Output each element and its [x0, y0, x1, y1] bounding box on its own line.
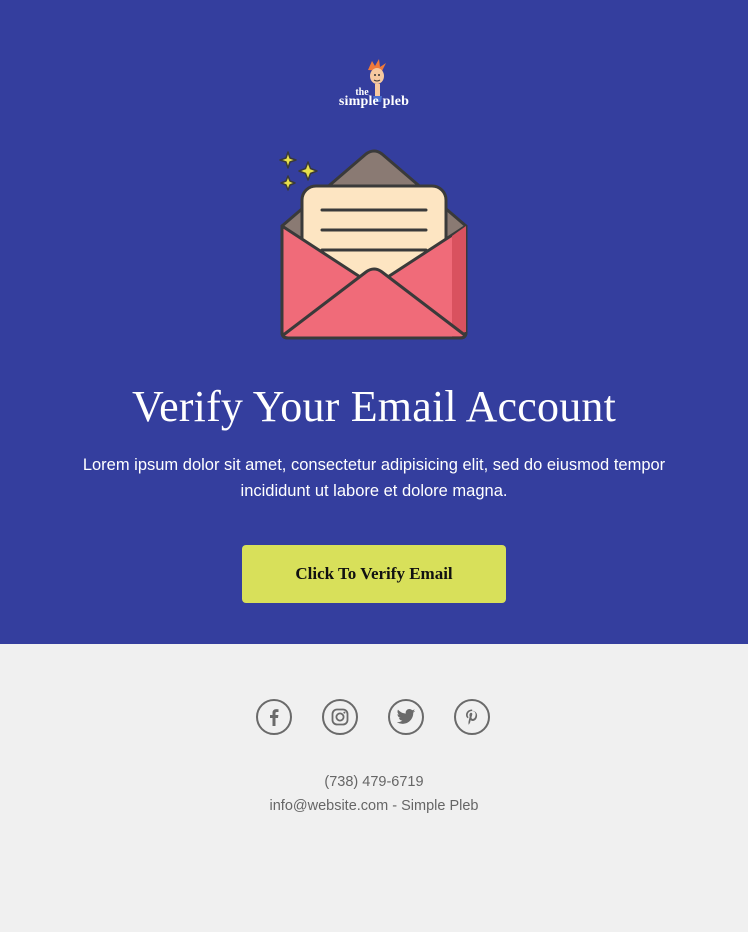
facebook-icon [270, 709, 279, 726]
pinterest-icon [466, 709, 478, 725]
facebook-link[interactable] [256, 699, 292, 735]
logo-wordmark: the simple pleb [334, 88, 414, 109]
instagram-link[interactable] [322, 699, 358, 735]
hero-section: the simple pleb Verify Your Email Accoun… [0, 0, 748, 644]
twitter-link[interactable] [388, 699, 424, 735]
intro-paragraph: Lorem ipsum dolor sit amet, consectetur … [82, 456, 666, 500]
instagram-icon [331, 708, 349, 726]
contact-line: info@website.com - Simple Pleb [0, 796, 748, 816]
phone-number[interactable]: (738) 479-6719 [0, 772, 748, 792]
brand-logo[interactable]: the simple pleb [334, 58, 414, 112]
email-link[interactable]: info@website.com [270, 798, 389, 814]
pinterest-link[interactable] [454, 699, 490, 735]
logo-word-simple-pleb: simple pleb [338, 94, 410, 109]
page-title: Verify Your Email Account [131, 382, 617, 431]
open-envelope-icon [279, 149, 468, 340]
verify-email-button[interactable]: Click To Verify Email [242, 545, 506, 603]
twitter-icon [396, 709, 416, 724]
footer-section: (738) 479-6719 info@website.com - Simple… [0, 644, 748, 932]
company-name: Simple Pleb [401, 798, 479, 814]
contact-separator: - [388, 798, 402, 814]
